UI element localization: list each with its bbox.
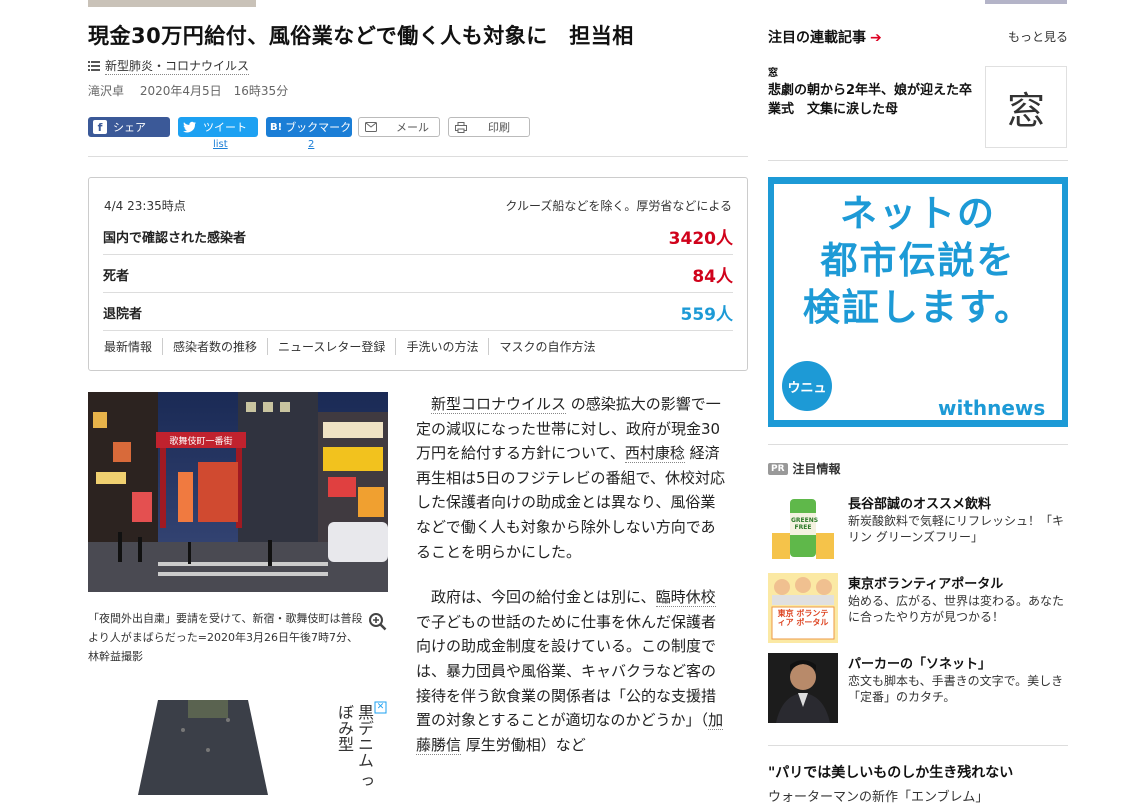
list-icon [88, 61, 100, 71]
series-source: 窓 [768, 68, 778, 79]
hatena-bookmark-button[interactable]: B! ブックマーク [266, 117, 352, 137]
pr-item-image-text: 東京 ボランティア ポータル [777, 609, 829, 627]
pr-item[interactable]: GREENS FREE 長谷部誠のオススメ飲料 新炭酸飲料で気軽にリフレッシュ！… [768, 493, 1068, 563]
pr-item-title: 長谷部誠のオススメ飲料 [848, 497, 992, 512]
keyword-link[interactable]: 西村康稔 [624, 444, 685, 464]
top-image-strip-right [985, 0, 1067, 4]
stats-time: 4/4 23:35時点 [104, 199, 186, 213]
divider [768, 745, 1068, 746]
pr-title: 注目情報 [792, 462, 841, 476]
fashion-ad[interactable]: 黒デニム っぼみ型 ✕ [88, 700, 388, 795]
series-title-label: 注目の連載記事 [768, 30, 866, 46]
divider [768, 160, 1068, 161]
stats-note: クルーズ船などを除く。厚労省などによる [505, 199, 732, 213]
article-photo[interactable]: 歌舞伎町一番街 [88, 392, 388, 592]
series-thumbnail[interactable]: 窓 [985, 66, 1067, 148]
hatena-bookmark-label: ブックマーク [285, 121, 352, 134]
ad-vertical-text: 黒デニム っぼみ型 [335, 704, 374, 790]
stats-link-trend[interactable]: 感染者数の推移 [162, 338, 267, 355]
divider [88, 156, 748, 157]
feature-subline[interactable]: ウォーターマンの新作「エンブレム」 [768, 786, 988, 805]
banner-line: 都市伝説を [820, 239, 1016, 282]
zoom-icon[interactable] [368, 612, 388, 636]
paragraph-text: で子どもの世話のために仕事を休んだ保護者向けの助成金制度を設けている。この制度で… [416, 612, 717, 730]
pr-item-title: パーカーの「ソネット」 [848, 657, 992, 672]
twitter-tweet-button[interactable]: ツイート [178, 117, 258, 137]
banner-line: 検証します。 [802, 286, 1034, 329]
stats-value: 84人 [692, 266, 733, 287]
stats-link-newsletter[interactable]: ニュースレター登録 [267, 338, 395, 355]
stats-label: 退院者 [103, 306, 143, 322]
mail-share-button[interactable]: メール [358, 117, 440, 137]
hatena-icon: B! [270, 121, 283, 133]
banner-inner: ネットの 都市伝説を 検証します。 ウニュ withnews [774, 184, 1062, 420]
stats-label: 国内で確認された感染者 [103, 230, 247, 246]
more-link[interactable]: もっと見る [1008, 28, 1068, 45]
pr-item-image: 東京 ボランティア ポータル [768, 573, 838, 643]
facebook-icon: f [93, 120, 107, 134]
facebook-share-label: シェア [113, 121, 146, 134]
hatena-count-link[interactable]: 2 [308, 139, 314, 150]
series-headline[interactable]: 悲劇の朝から2年半、娘が迎えた卒業式 文集に涙した母 [768, 81, 978, 119]
twitter-count-link[interactable]: list [213, 139, 228, 150]
paragraph-text: 政府は、今回の給付金とは別に、 [431, 588, 656, 607]
article-paragraph: 新型コロナウイルス の感染拡大の影響で一定の減収になった世帯に対し、政府が現金3… [416, 392, 726, 564]
topic-tag-label: 新型肺炎・コロナウイルス [105, 59, 250, 75]
stats-header: 4/4 23:35時点 クルーズ船などを除く。厚労省などによる [104, 197, 732, 214]
mail-icon [364, 120, 378, 134]
stats-links: 最新情報 感染者数の推移 ニュースレター登録 手洗いの方法 マスクの自作方法 [104, 338, 605, 355]
pr-item-desc: 始める、広がる、世界は変わる。あなたに合ったやり方が見つかる！ [848, 594, 1065, 624]
topic-tag[interactable]: 新型肺炎・コロナウイルス [88, 57, 250, 75]
stats-row-infected: 国内で確認された感染者 3420人 [103, 218, 733, 255]
stats-link-latest[interactable]: 最新情報 [104, 338, 162, 355]
pr-item[interactable]: 東京 ボランティア ポータル 東京ボランティアポータル 始める、広がる、世界は変… [768, 573, 1068, 643]
pr-item-title: 東京ボランティアポータル [848, 577, 1004, 592]
stats-row-deaths: 死者 84人 [103, 256, 733, 293]
stats-link-mask[interactable]: マスクの自作方法 [488, 338, 605, 355]
photo-sign-text: 歌舞伎町一番街 [169, 435, 232, 447]
print-button[interactable]: 印刷 [448, 117, 530, 137]
divider [768, 444, 1068, 445]
twitter-icon [183, 120, 197, 134]
ad-close-icon[interactable]: ✕ [375, 702, 386, 713]
pr-item-image-text: GREENS FREE [791, 517, 819, 531]
paragraph-text: 厚生労働相）など [461, 735, 586, 754]
banner-line: ネットの [840, 192, 996, 235]
arrow-right-icon: ➔ [870, 30, 882, 46]
pr-item-desc: 新炭酸飲料で気軽にリフレッシュ！「キリン グリーンズフリー」 [848, 514, 1065, 544]
author: 滝沢卓 [88, 84, 125, 98]
stats-link-handwash[interactable]: 手洗いの方法 [395, 338, 488, 355]
pr-item-image: GREENS FREE [768, 493, 838, 563]
series-title[interactable]: 注目の連載記事 ➔ [768, 27, 882, 47]
print-label: 印刷 [488, 121, 510, 134]
twitter-tweet-label: ツイート [203, 121, 247, 134]
withnews-logo: withnews [938, 396, 1046, 420]
stats-value: 3420人 [668, 228, 733, 249]
mail-share-label: メール [396, 121, 429, 134]
keyword-link[interactable]: 臨時休校 [655, 588, 716, 608]
print-icon [454, 120, 468, 134]
withnews-banner[interactable]: ネットの 都市伝説を 検証します。 ウニュ withnews [768, 177, 1068, 427]
article-title: 現金30万円給付、風俗業などで働く人も対象に 担当相 [88, 24, 634, 48]
feature-headline[interactable]: "パリでは美しいものしか生き残れない [768, 762, 1013, 782]
banner-badge: ウニュ [782, 361, 832, 411]
stats-value: 559人 [680, 304, 734, 325]
keyword-link[interactable]: 新型コロナウイルス [431, 395, 567, 414]
publish-date: 2020年4月5日 16時35分 [139, 84, 289, 98]
pr-item-image [768, 653, 838, 723]
photo-caption: 「夜間外出自粛」要請を受けて、新宿・歌舞伎町は普段より人がまばらだった=2020… [88, 612, 363, 663]
pr-header: PR 注目情報 [768, 460, 841, 477]
top-image-strip [88, 0, 256, 7]
byline: 滝沢卓 2020年4月5日 16時35分 [88, 82, 300, 99]
article-paragraph: 政府は、今回の給付金とは別に、臨時休校 で子どもの世話のために仕事を休んだ保護者… [416, 585, 726, 757]
pr-item[interactable]: パーカーの「ソネット」 恋文も脚本も、手書きの文字で。美しき「定番」のカタチ。 [768, 653, 1068, 723]
banner-text: ネットの 都市伝説を 検証します。 [774, 190, 1062, 331]
stats-row-discharged: 退院者 559人 [103, 294, 733, 331]
stats-label: 死者 [103, 268, 130, 284]
pr-badge: PR [768, 462, 788, 475]
article-body: 新型コロナウイルス の感染拡大の影響で一定の減収になった世帯に対し、政府が現金3… [416, 392, 726, 778]
facebook-share-button[interactable]: f シェア [88, 117, 170, 137]
pr-item-desc: 恋文も脚本も、手書きの文字で。美しき「定番」のカタチ。 [848, 674, 1064, 704]
